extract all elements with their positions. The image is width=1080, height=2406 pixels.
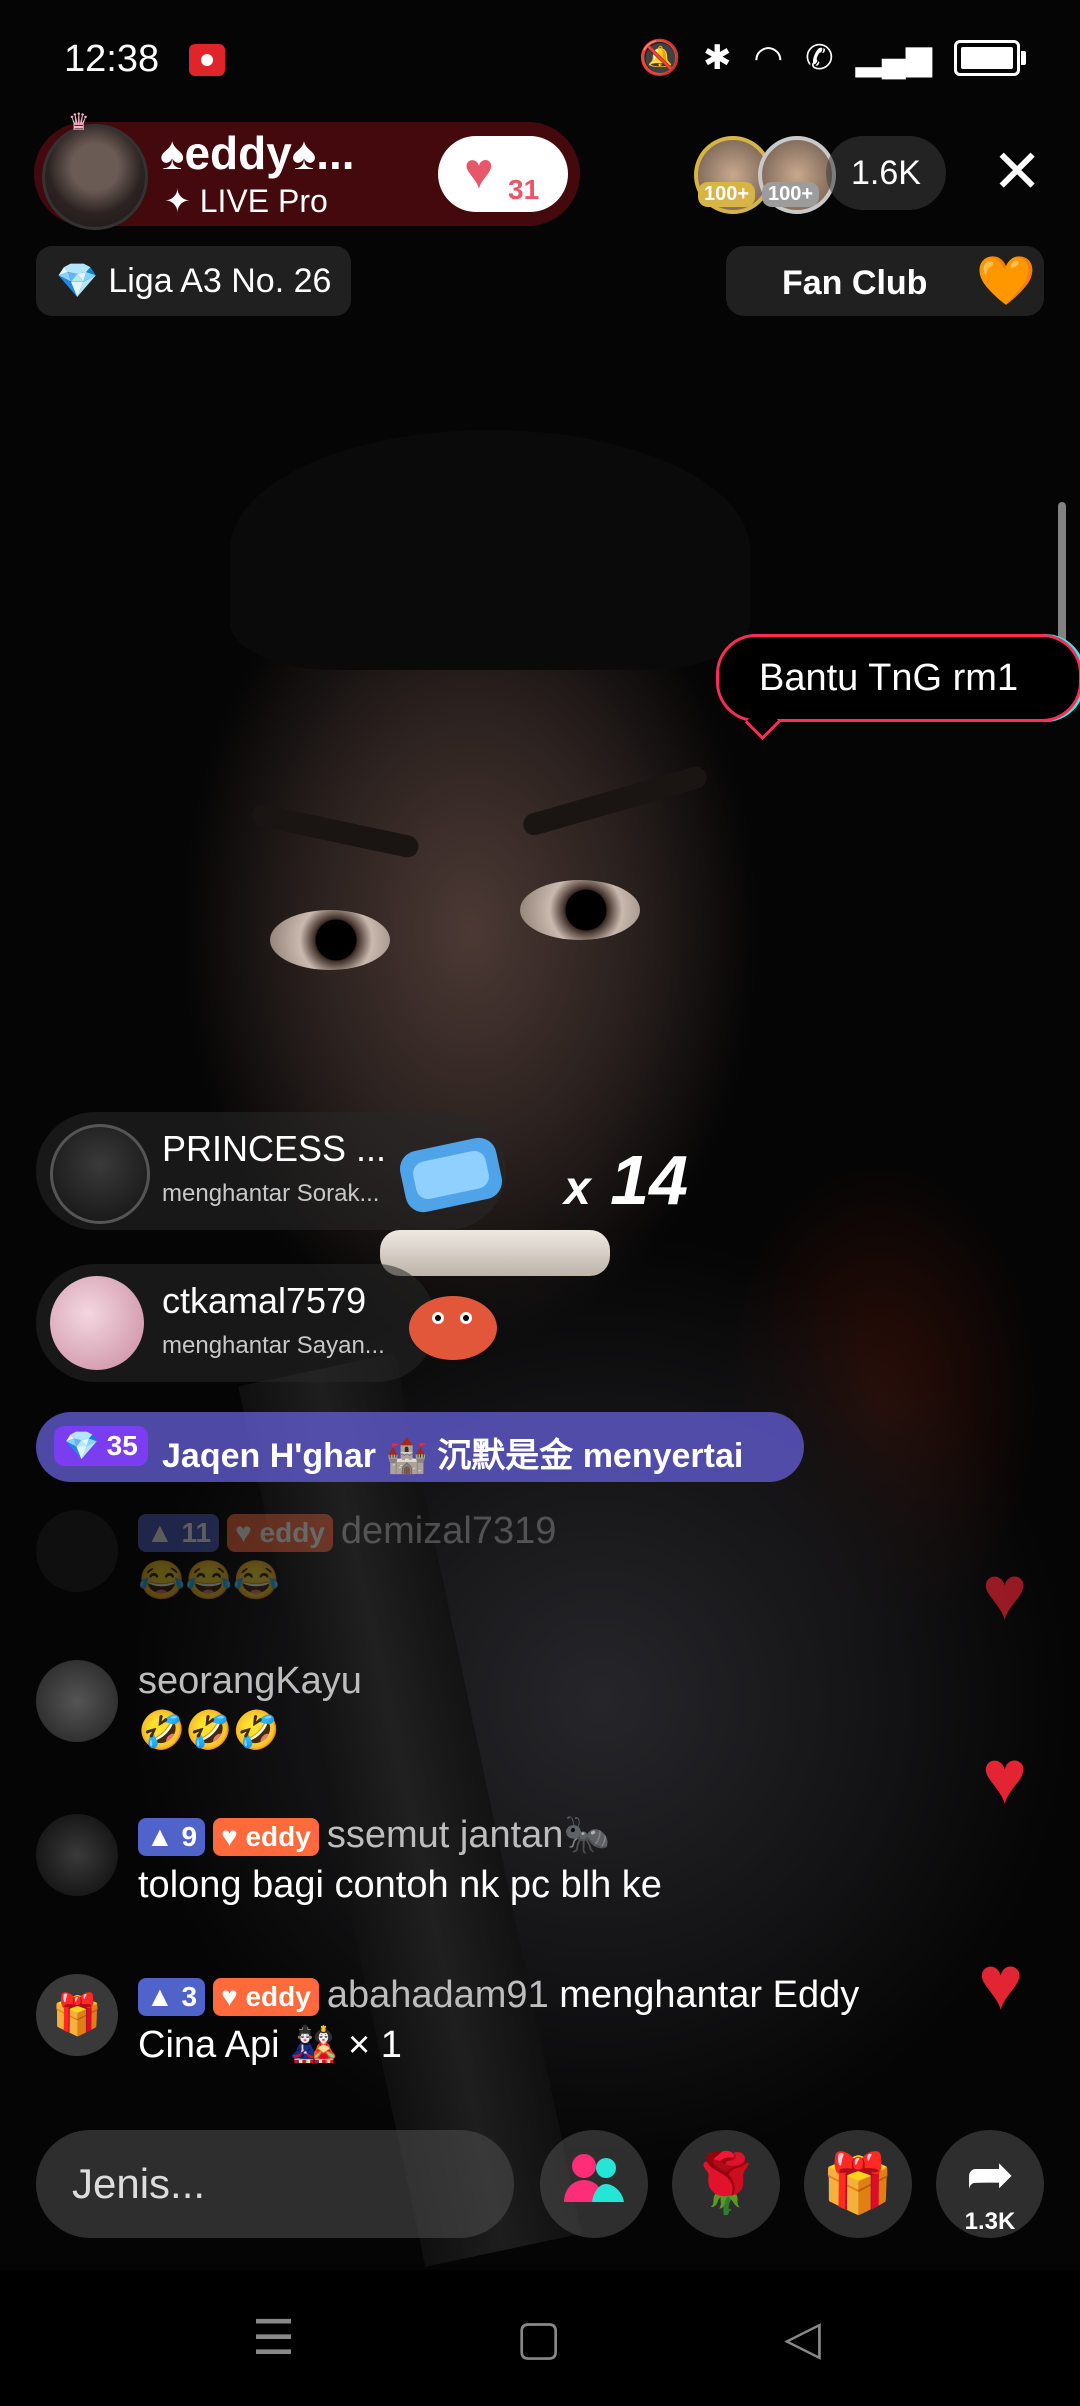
league-badge[interactable]: 💎 Liga A3 No. 26 xyxy=(36,246,352,316)
fan-badge: ♥ eddy xyxy=(227,1513,333,1552)
chat-text: 😂😂😂 xyxy=(138,1560,280,1602)
level-badge: ▲ 9 xyxy=(138,1817,206,1856)
back-icon[interactable]: ◁ xyxy=(784,2310,821,2366)
share-count: 1.3K xyxy=(964,2208,1016,2235)
fan-badge: ♥ eddy xyxy=(213,1977,319,2016)
crab-gift-icon xyxy=(409,1296,497,1360)
comment-placeholder: Jenis... xyxy=(72,2160,206,2207)
close-icon[interactable]: ✕ xyxy=(992,142,1042,202)
chat-username[interactable]: demizal7319 xyxy=(341,1510,556,1552)
chat-message[interactable]: 🎁 ▲ 3 ♥ eddy abahadam91 menghantar Eddy Ci… xyxy=(36,1970,1016,2080)
video-teeth xyxy=(380,1230,610,1276)
comment-input[interactable]: Jenis... xyxy=(36,2130,514,2238)
home-icon[interactable]: ▢ xyxy=(516,2310,561,2366)
floating-heart-icon: ♥ xyxy=(982,1551,1028,1636)
like-count: 31 xyxy=(508,174,540,205)
chat-message[interactable]: ▲ 9 ♥ eddy ssemut jantan🐜 tolong bagi cont… xyxy=(36,1810,1016,1920)
gift-banner[interactable]: ctkamal7579 menghantar Sayan... xyxy=(36,1264,436,1382)
fan-club-button[interactable]: Fan Club 🧡 xyxy=(726,246,1044,316)
heart-icon: ♥ xyxy=(464,143,494,199)
gift-combo: x 14 xyxy=(564,1140,688,1220)
join-notification: 💎 35 Jaqen H'ghar 🏰 沉默是金 menyertai xyxy=(36,1412,804,1482)
rose-icon: 🌹 xyxy=(689,2151,763,2216)
join-text: Jaqen H'ghar 🏰 沉默是金 menyertai xyxy=(162,1437,744,1475)
level-badge: ▲ 11 xyxy=(138,1513,220,1552)
guest-button[interactable] xyxy=(540,2130,648,2238)
mute-icon: 🔕 xyxy=(638,39,681,77)
gift-button[interactable]: 🎁 xyxy=(804,2130,912,2238)
rose-gift-button[interactable]: 🌹 xyxy=(672,2130,780,2238)
chat-message[interactable]: seorangKayu 🤣🤣🤣 xyxy=(36,1656,1016,1766)
chat-text-inline: menghantar Eddy xyxy=(559,1974,860,2016)
host-card[interactable]: ♛ ♠eddy♠... ✦ LIVE Pro ♥ 31 xyxy=(34,109,580,230)
share-icon: ➦ xyxy=(965,2142,1015,2207)
video-brow-right xyxy=(520,764,710,838)
chat-text: tolong bagi contoh nk pc blh ke xyxy=(138,1864,662,1906)
wifi-icon: ◠ xyxy=(753,39,784,77)
status-time: 12:38 xyxy=(64,38,160,80)
navigation-bar: ☰ ▢ ◁ xyxy=(0,2270,1080,2406)
level-badge: 💎 35 xyxy=(54,1426,148,1466)
chat-avatar[interactable] xyxy=(36,1814,118,1896)
diamond-icon: 💎 xyxy=(56,262,99,300)
gift-sender-avatar[interactable] xyxy=(50,1276,144,1370)
gift-description: menghantar Sayan... xyxy=(162,1332,385,1359)
gift-icon: 🎁 xyxy=(821,2151,895,2216)
bottom-bar: Jenis... 🌹 🎁 ➦ 1.3K xyxy=(0,2120,1080,2240)
chat-text: 🤣🤣🤣 xyxy=(138,1710,280,1752)
battery-icon xyxy=(954,40,1026,76)
chat-username[interactable]: seorangKayu xyxy=(138,1660,362,1702)
pinned-bubble[interactable]: Bantu TnG rm1 xyxy=(716,634,1080,722)
chat-avatar[interactable] xyxy=(36,1660,118,1742)
share-button[interactable]: ➦ 1.3K xyxy=(936,2130,1044,2238)
host-name: ♠eddy♠... xyxy=(160,127,355,179)
signal-icon: ▂▄▆ xyxy=(855,39,932,77)
soap-gift-icon xyxy=(399,1137,503,1213)
call-icon: ✆ xyxy=(805,39,834,77)
fan-badge: ♥ eddy xyxy=(213,1817,319,1856)
combo-prefix: x xyxy=(564,1162,591,1215)
like-button[interactable]: ♥ 31 xyxy=(438,136,568,212)
league-label: Liga A3 No. 26 xyxy=(108,261,332,300)
pinned-bubble-text: Bantu TnG rm1 xyxy=(759,657,1019,699)
level-badge: ▲ 3 xyxy=(138,1977,206,2016)
video-brow-left xyxy=(249,802,421,860)
video-eye-right xyxy=(520,880,640,940)
gift-sender-avatar[interactable] xyxy=(50,1124,150,1224)
gift-sender-name: ctkamal7579 xyxy=(162,1280,367,1321)
status-bar: 12:38 🔕 ✱ ◠ ✆ ▂▄▆ xyxy=(0,0,1080,120)
gift-box-icon: 🎁 xyxy=(36,1974,118,2056)
combo-count: 14 xyxy=(610,1141,689,1219)
host-avatar[interactable] xyxy=(42,124,148,230)
video-eye-left xyxy=(270,910,390,970)
scrollbar[interactable] xyxy=(1058,502,1066,652)
chat-username[interactable]: abahadam91 xyxy=(327,1974,549,2016)
mascot-icon: 🧡 xyxy=(976,255,1036,308)
video-hair xyxy=(230,430,750,670)
floating-heart-icon: ♥ xyxy=(978,1941,1024,2026)
viewer-count[interactable]: 1.6K xyxy=(826,136,946,210)
fan-club-label: Fan Club xyxy=(782,264,928,302)
chat-avatar[interactable] xyxy=(36,1510,118,1592)
host-subtitle: ✦ LIVE Pro xyxy=(164,183,328,219)
bluetooth-icon: ✱ xyxy=(702,39,732,77)
gift-sender-name: PRINCESS ... xyxy=(162,1128,387,1169)
gift-description: menghantar Sorak... xyxy=(162,1180,380,1207)
users-icon xyxy=(540,2150,648,2220)
viewer-badge: 100+ xyxy=(762,182,820,207)
floating-heart-icon: ♥ xyxy=(982,1735,1028,1820)
menu-icon[interactable]: ☰ xyxy=(252,2310,295,2366)
chat-message[interactable]: ▲ 11 ♥ eddy demizal7319 😂😂😂 xyxy=(36,1506,1016,1616)
chat-text: Cina Api 🎎 × 1 xyxy=(138,2024,402,2066)
chat-username[interactable]: ssemut jantan🐜 xyxy=(327,1814,611,1856)
crown-icon: ♛ xyxy=(68,109,90,136)
viewer-badge: 100+ xyxy=(698,182,756,207)
screen-record-icon xyxy=(189,44,225,76)
